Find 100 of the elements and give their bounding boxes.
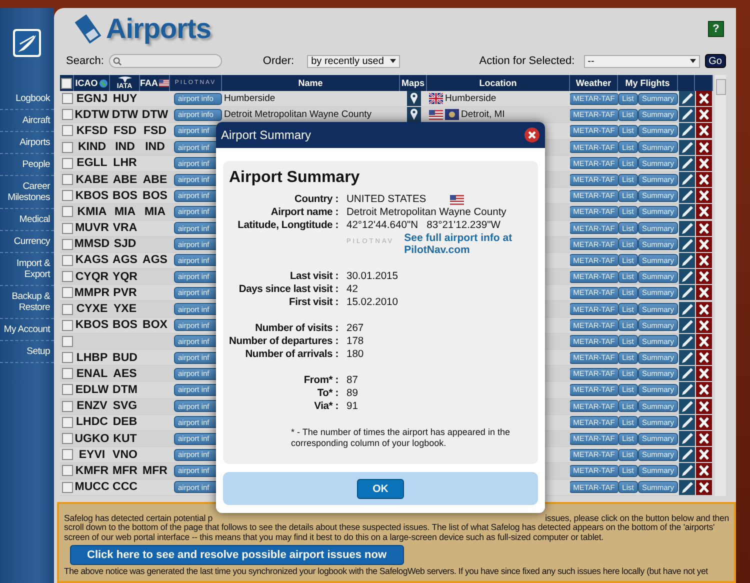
row-checkbox[interactable] <box>62 368 72 380</box>
iata-code: DEB <box>112 416 138 428</box>
icao-code: CYQR <box>75 270 109 283</box>
faa-code: MIA <box>144 206 166 218</box>
row-checkbox[interactable] <box>62 222 72 234</box>
delete-icon[interactable] <box>696 220 712 236</box>
location-text: Humberside <box>445 93 496 104</box>
delete-icon[interactable] <box>696 414 712 430</box>
order-dropdown[interactable]: by recently used <box>307 54 400 68</box>
row-checkbox[interactable] <box>62 125 72 136</box>
row-checkbox[interactable] <box>62 320 72 331</box>
field-value: 267 <box>346 322 364 335</box>
scrollbar[interactable] <box>715 75 726 496</box>
delete-icon[interactable] <box>696 91 712 106</box>
row-checkbox[interactable] <box>62 449 72 460</box>
delete-icon[interactable] <box>696 252 712 268</box>
icao-code: UGKO <box>74 432 110 445</box>
faa-code: BOS <box>142 190 168 202</box>
icao-code: KMIA <box>77 206 107 218</box>
icao-code: MUVR <box>75 222 109 234</box>
airport-name: Detroit Metropolitan Wayne County <box>224 109 372 120</box>
row-checkbox[interactable] <box>62 190 72 202</box>
iata-code: CCC <box>112 481 138 494</box>
iata-code: PVR <box>113 286 137 299</box>
column-header: Location <box>479 78 517 88</box>
delete-icon[interactable] <box>696 140 712 155</box>
field-label: Last visit : <box>288 270 338 283</box>
help-button[interactable]: ? <box>708 21 724 37</box>
notice-text: issues, please click on the button below and then <box>545 514 729 524</box>
delete-icon[interactable] <box>696 318 712 333</box>
iata-code: IND <box>115 141 135 154</box>
field-value: 91 <box>346 400 358 413</box>
resolve-issues-button[interactable]: Click here to see and resolve possible airport issues now <box>70 545 404 566</box>
delete-icon[interactable] <box>696 156 712 171</box>
delete-icon[interactable] <box>696 107 712 122</box>
row-checkbox[interactable] <box>62 206 72 218</box>
row-checkbox[interactable] <box>62 352 72 364</box>
search-field[interactable] <box>108 54 222 68</box>
delete-icon[interactable] <box>696 172 712 188</box>
delete-icon[interactable] <box>696 236 712 252</box>
select-all-checkbox[interactable] <box>61 78 72 88</box>
row-checkbox[interactable] <box>62 482 72 493</box>
field-value: 89 <box>346 387 358 400</box>
action-dropdown[interactable]: -- <box>584 54 700 68</box>
iata-code: ABE <box>112 174 138 186</box>
field-label: Country : <box>294 193 338 206</box>
field-value: 15.02.2010 <box>346 296 398 309</box>
icao-code: MMSD <box>74 238 110 250</box>
row-checkbox[interactable] <box>62 271 72 282</box>
delete-icon[interactable] <box>696 188 712 204</box>
row-checkbox[interactable] <box>62 304 72 315</box>
close-icon[interactable] <box>524 127 540 143</box>
delete-icon[interactable] <box>696 366 712 382</box>
field-value: 42°12'44.640"N 83°21'12.239"W <box>346 219 500 232</box>
delete-icon[interactable] <box>696 334 712 349</box>
delete-icon[interactable] <box>696 447 712 462</box>
delete-icon[interactable] <box>696 431 712 446</box>
iata-code: BOS <box>112 190 138 202</box>
row-checkbox[interactable] <box>62 158 72 169</box>
field-value: 178 <box>346 335 364 348</box>
row-checkbox[interactable] <box>62 433 72 444</box>
delete-icon[interactable] <box>696 269 712 284</box>
delete-icon[interactable] <box>696 350 712 366</box>
row-checkbox[interactable] <box>62 400 72 412</box>
field-value: UNITED STATES <box>346 193 426 206</box>
row-checkbox[interactable] <box>62 142 72 153</box>
delete-icon[interactable] <box>696 382 712 398</box>
row-checkbox[interactable] <box>62 465 72 476</box>
delete-icon[interactable] <box>696 302 712 317</box>
icao-code: EDLW <box>75 384 109 396</box>
flag-icon <box>429 93 443 104</box>
delete-icon[interactable] <box>696 123 712 138</box>
row-checkbox[interactable] <box>62 174 72 186</box>
row-checkbox[interactable] <box>62 336 72 347</box>
row-checkbox[interactable] <box>62 254 72 266</box>
pilotnav-link[interactable]: See full airport info at PilotNav.com <box>404 232 534 256</box>
row-checkbox[interactable] <box>62 416 72 428</box>
row-checkbox[interactable] <box>62 238 72 250</box>
delete-icon[interactable] <box>696 285 712 300</box>
field-value: 180 <box>346 348 364 361</box>
row-checkbox[interactable] <box>62 384 72 396</box>
faa-code: ABE <box>142 174 168 186</box>
field-label: Via* : <box>313 400 338 413</box>
delete-icon[interactable] <box>696 204 712 220</box>
icao-code: KABE <box>76 174 108 186</box>
delete-icon[interactable] <box>696 463 712 478</box>
go-button[interactable]: Go <box>704 54 726 68</box>
delete-icon[interactable] <box>696 480 712 495</box>
column-header: Weather <box>576 78 612 88</box>
icao-code: KAGS <box>75 254 109 266</box>
column-header: Maps <box>401 78 424 88</box>
ok-button[interactable]: OK <box>357 478 404 498</box>
iata-code: VRA <box>112 222 138 234</box>
row-checkbox[interactable] <box>62 93 72 104</box>
delete-icon[interactable] <box>696 398 712 414</box>
icao-code: EYVI <box>78 448 106 461</box>
row-checkbox[interactable] <box>62 287 72 298</box>
icao-code: KFSD <box>76 124 108 137</box>
row-checkbox[interactable] <box>62 109 72 120</box>
faa-code: FSD <box>144 124 166 137</box>
